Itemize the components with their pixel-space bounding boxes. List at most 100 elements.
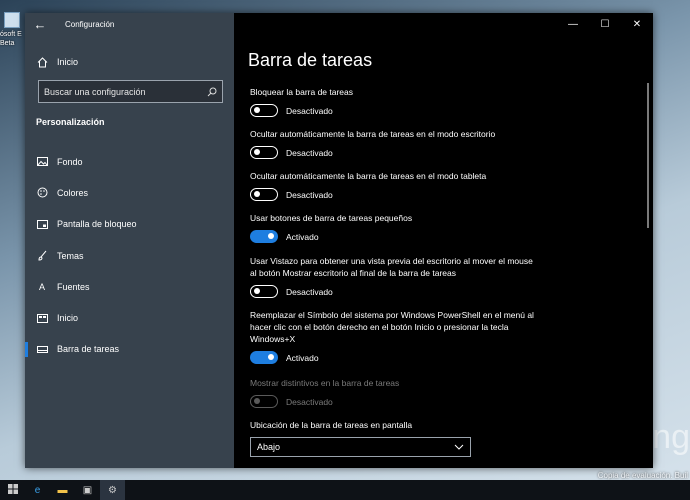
maximize-icon: ☐ (600, 18, 610, 30)
setting-autohide-desktop: Ocultar automáticamente la barra de tare… (250, 128, 540, 159)
toggle-knob (254, 191, 260, 197)
windows-logo-icon (7, 483, 18, 497)
main-content: — ☐ ✕ Barra de tareas Bloquear la barra … (234, 13, 653, 468)
toggle-state: Desactivado (286, 147, 333, 158)
location-dropdown[interactable]: Abajo (250, 437, 471, 457)
section-heading: Personalización (36, 117, 105, 127)
taskbar: e ▬ ▣ ⚙ (0, 480, 690, 500)
dropdown-value: Abajo (257, 442, 281, 452)
setting-autohide-tablet: Ocultar automáticamente la barra de tare… (250, 170, 540, 201)
arrow-left-icon: ← (33, 16, 47, 32)
toggle-state: Activado (286, 231, 319, 242)
desktop-icon-label: ósoft E Beta (0, 31, 22, 47)
folder-icon: ▬ (57, 484, 68, 496)
toggle-row: Activado (250, 351, 540, 364)
toggle-knob (268, 233, 274, 239)
edge-icon: e (34, 484, 41, 496)
setting-small-buttons: Usar botones de barra de tareas pequeños… (250, 212, 540, 243)
application-icon (4, 12, 20, 28)
setting-label: Ocultar automáticamente la barra de tare… (250, 171, 487, 181)
sidebar-item-pantalla-de-bloqueo[interactable]: Pantalla de bloqueo (25, 209, 234, 240)
badges-toggle (250, 395, 278, 408)
taskbar-icon (35, 342, 49, 356)
small-buttons-toggle[interactable] (250, 230, 278, 243)
setting-label: Usar botones de barra de tareas pequeños (250, 213, 413, 223)
search-box[interactable] (38, 80, 223, 103)
setting-label: Ubicación de la barra de tareas en panta… (250, 420, 413, 430)
toggle-row: Desactivado (250, 146, 540, 159)
minimize-button[interactable]: — (557, 13, 589, 35)
start-button[interactable] (0, 480, 25, 500)
sidebar-item-colores[interactable]: Colores (25, 177, 234, 208)
brush-icon (35, 249, 49, 263)
sidebar-item-label: Temas (57, 250, 84, 261)
toggle-state: Desactivado (286, 189, 333, 200)
back-button[interactable]: ← (25, 13, 55, 35)
lock-taskbar-toggle[interactable] (250, 104, 278, 117)
home-icon (35, 55, 49, 69)
toggle-knob (254, 107, 260, 113)
sidebar-item-temas[interactable]: Temas (25, 240, 234, 271)
toggle-state: Desactivado (286, 396, 333, 407)
autohide-tablet-toggle[interactable] (250, 188, 278, 201)
minimize-icon: — (568, 18, 578, 30)
sidebar-item-home[interactable]: Inicio (25, 51, 234, 73)
toggle-state: Desactivado (286, 105, 333, 116)
toggle-row: Desactivado (250, 188, 540, 201)
toggle-knob (254, 288, 260, 294)
toggle-knob (254, 149, 260, 155)
setting-lock-taskbar: Bloquear la barra de tareas Desactivado (250, 86, 540, 117)
taskbar-edge-button[interactable]: e (25, 480, 50, 500)
powershell-toggle[interactable] (250, 351, 278, 364)
taskbar-settings-button[interactable]: ⚙ (100, 480, 125, 500)
toggle-state: Activado (286, 352, 319, 363)
sidebar-item-label: Barra de tareas (57, 344, 120, 355)
chevron-down-icon (454, 442, 464, 452)
titlebar: ← Configuración (25, 13, 234, 35)
sidebar-item-fondo[interactable]: Fondo (25, 146, 234, 177)
taskbar-store-button[interactable]: ▣ (75, 480, 100, 500)
sidebar-item-label: Fuentes (57, 281, 90, 292)
lock-screen-icon (35, 217, 49, 231)
setting-badges: Mostrar distintivos en la barra de tarea… (250, 377, 540, 408)
toggle-state: Desactivado (286, 286, 333, 297)
font-icon: A (38, 281, 45, 292)
search-input[interactable] (44, 86, 202, 97)
toggle-row: Desactivado (250, 285, 540, 298)
sidebar: ← Configuración Inicio Personalización F… (25, 13, 234, 468)
sidebar-item-label: Inicio (57, 313, 79, 324)
desktop-app-icon[interactable]: ósoft E Beta (0, 10, 26, 52)
sidebar-item-label: Pantalla de bloqueo (57, 219, 137, 230)
autohide-desktop-toggle[interactable] (250, 146, 278, 159)
toggle-row: Desactivado (250, 104, 540, 117)
setting-peek: Usar Vistazo para obtener una vista prev… (250, 255, 540, 298)
sidebar-item-fuentes[interactable]: A Fuentes (25, 271, 234, 302)
sidebar-item-inicio[interactable]: Inicio (25, 302, 234, 333)
setting-label: Usar Vistazo para obtener una vista prev… (250, 256, 533, 278)
sidebar-item-barra-de-tareas[interactable]: Barra de tareas (25, 334, 234, 365)
toggle-knob (268, 354, 274, 360)
toggle-row: Activado (250, 230, 540, 243)
toggle-row: Desactivado (250, 395, 540, 408)
evaluation-watermark: Copia de evaluación. Buil (597, 471, 688, 480)
sidebar-item-label: Colores (57, 187, 89, 198)
peek-toggle[interactable] (250, 285, 278, 298)
maximize-button[interactable]: ☐ (589, 13, 621, 35)
taskbar-explorer-button[interactable]: ▬ (50, 480, 75, 500)
close-button[interactable]: ✕ (621, 13, 653, 35)
palette-icon (35, 186, 49, 200)
setting-location: Ubicación de la barra de tareas en panta… (250, 419, 540, 457)
store-icon: ▣ (82, 484, 93, 496)
window-controls: — ☐ ✕ (557, 13, 653, 35)
gear-icon: ⚙ (108, 484, 117, 496)
setting-label: Mostrar distintivos en la barra de tarea… (250, 378, 400, 388)
image-icon (35, 155, 49, 169)
setting-powershell: Reemplazar el Símbolo del sistema por Wi… (250, 309, 540, 364)
search-icon[interactable] (202, 81, 222, 102)
scrollbar[interactable] (647, 83, 649, 228)
page-title: Barra de tareas (248, 50, 373, 70)
close-icon: ✕ (632, 18, 642, 30)
start-icon (35, 311, 49, 325)
setting-label: Reemplazar el Símbolo del sistema por Wi… (250, 310, 534, 344)
setting-label: Ocultar automáticamente la barra de tare… (250, 129, 496, 139)
